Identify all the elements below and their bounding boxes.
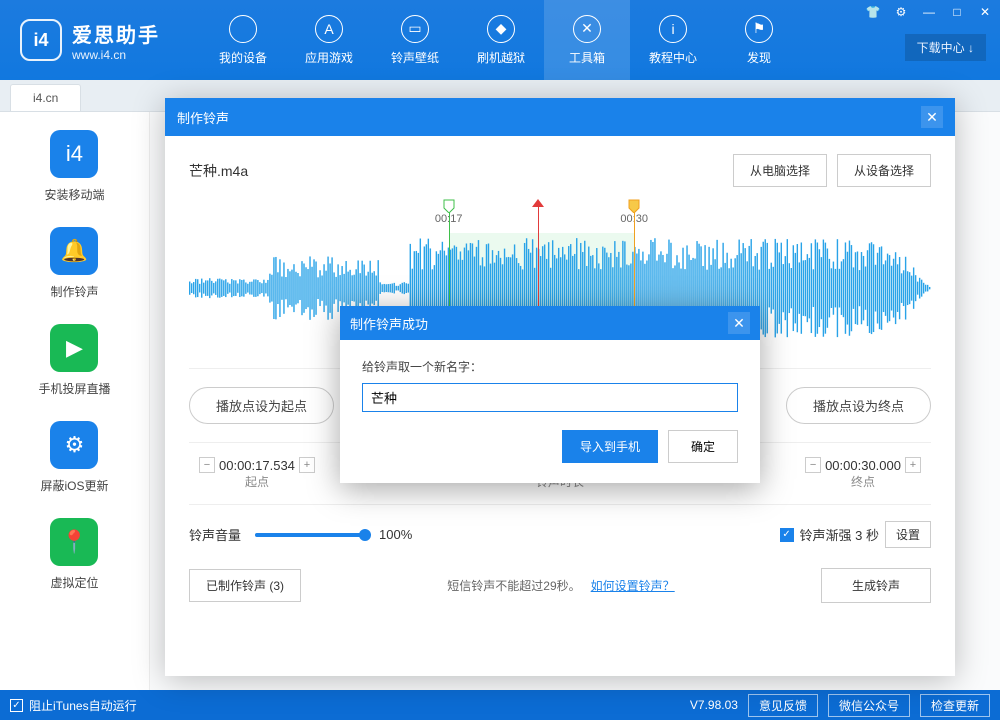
fade-label: 铃声渐强 3 秒 — [800, 525, 879, 544]
nav-ringtone-wallpaper[interactable]: ▭铃声壁纸 — [372, 0, 458, 80]
choose-from-device-button[interactable]: 从设备选择 — [837, 154, 931, 187]
main-nav: 我的设备 A应用游戏 ▭铃声壁纸 ◆刷机越狱 ✕工具箱 i教程中心 ⚑发现 — [200, 0, 802, 80]
check-update-button[interactable]: 检查更新 — [920, 694, 990, 717]
nav-tutorials[interactable]: i教程中心 — [630, 0, 716, 80]
wechat-button[interactable]: 微信公众号 — [828, 694, 910, 717]
volume-slider[interactable] — [255, 533, 365, 537]
page-tab[interactable]: i4.cn — [10, 84, 81, 111]
import-to-phone-button[interactable]: 导入到手机 — [562, 430, 658, 463]
tools-icon: ✕ — [573, 15, 601, 43]
choose-from-pc-button[interactable]: 从电脑选择 — [733, 154, 827, 187]
start-caption: 起点 — [199, 473, 315, 490]
gear-icon: ⚙ — [50, 421, 98, 469]
info-icon: i — [659, 15, 687, 43]
set-play-end-button[interactable]: 播放点设为终点 — [786, 387, 931, 424]
minimize-icon[interactable]: — — [920, 4, 938, 20]
fade-checkbox[interactable]: ✓ — [780, 528, 794, 542]
end-minus-button[interactable]: − — [805, 457, 821, 473]
start-time-value: 00:00:17.534 — [219, 458, 295, 473]
location-icon: 📍 — [50, 518, 98, 566]
play-icon: ▶ — [50, 324, 98, 372]
app-logo-icon: i4 — [20, 19, 62, 61]
end-plus-button[interactable]: + — [905, 457, 921, 473]
itunes-block-label: 阻止iTunes自动运行 — [29, 697, 137, 714]
volume-label: 铃声音量 — [189, 525, 241, 544]
end-time-value: 00:00:30.000 — [825, 458, 901, 473]
volume-value: 100% — [379, 527, 412, 542]
download-center-button[interactable]: 下载中心 ↓ — [905, 34, 986, 61]
flag-icon: ⚑ — [745, 15, 773, 43]
sidebar: i4安装移动端 🔔制作铃声 ▶手机投屏直播 ⚙屏蔽iOS更新 📍虚拟定位 — [0, 112, 150, 690]
app-store-icon: A — [315, 15, 343, 43]
ringtone-modal-title: 制作铃声 — [177, 108, 229, 127]
sidebar-item-install[interactable]: i4安装移动端 — [44, 130, 104, 203]
end-caption: 终点 — [805, 473, 921, 490]
hint-text: 短信铃声不能超过29秒。 如何设置铃声？ — [447, 577, 674, 594]
version-label: V7.98.03 — [690, 698, 738, 712]
fade-settings-button[interactable]: 设置 — [885, 521, 931, 548]
status-bar: ✓ 阻止iTunes自动运行 V7.98.03 意见反馈 微信公众号 检查更新 — [0, 690, 1000, 720]
sidebar-item-block-update[interactable]: ⚙屏蔽iOS更新 — [40, 421, 108, 494]
ringtone-close-button[interactable]: ✕ — [921, 106, 943, 128]
nav-toolbox[interactable]: ✕工具箱 — [544, 0, 630, 80]
logo-area: i4 爱思助手 www.i4.cn — [20, 19, 160, 62]
sidebar-item-ringtone[interactable]: 🔔制作铃声 — [50, 227, 98, 300]
nav-apps[interactable]: A应用游戏 — [286, 0, 372, 80]
wallpaper-icon: ▭ — [401, 15, 429, 43]
apple-icon — [229, 15, 257, 43]
audio-filename: 芒种.m4a — [189, 161, 248, 181]
sidebar-item-screencast[interactable]: ▶手机投屏直播 — [38, 324, 110, 397]
window-controls: 👕 ⚙ — □ ✕ — [864, 4, 994, 20]
set-play-start-button[interactable]: 播放点设为起点 — [189, 387, 334, 424]
sidebar-item-fake-location[interactable]: 📍虚拟定位 — [50, 518, 98, 591]
rename-label: 给铃声取一个新名字： — [362, 358, 738, 375]
app-header: i4 爱思助手 www.i4.cn 我的设备 A应用游戏 ▭铃声壁纸 ◆刷机越狱… — [0, 0, 1000, 80]
close-icon[interactable]: ✕ — [976, 4, 994, 20]
app-url: www.i4.cn — [72, 48, 160, 62]
generate-ringtone-button[interactable]: 生成铃声 — [821, 568, 931, 603]
feedback-button[interactable]: 意见反馈 — [748, 694, 818, 717]
success-dialog-title: 制作铃声成功 — [350, 314, 428, 333]
maximize-icon[interactable]: □ — [948, 4, 966, 20]
how-to-link[interactable]: 如何设置铃声？ — [591, 579, 675, 593]
nav-my-device[interactable]: 我的设备 — [200, 0, 286, 80]
install-icon: i4 — [50, 130, 98, 178]
start-minus-button[interactable]: − — [199, 457, 215, 473]
success-close-button[interactable]: ✕ — [728, 312, 750, 334]
success-dialog: 制作铃声成功 ✕ 给铃声取一个新名字： 导入到手机 确定 — [340, 306, 760, 483]
settings-icon[interactable]: ⚙ — [892, 4, 910, 20]
nav-jailbreak[interactable]: ◆刷机越狱 — [458, 0, 544, 80]
shirt-icon[interactable]: 👕 — [864, 4, 882, 20]
bell-icon: 🔔 — [50, 227, 98, 275]
ok-button[interactable]: 确定 — [668, 430, 738, 463]
ringtone-name-input[interactable] — [362, 383, 738, 412]
app-title: 爱思助手 — [72, 19, 160, 48]
nav-discover[interactable]: ⚑发现 — [716, 0, 802, 80]
ringtone-modal-header: 制作铃声 ✕ — [165, 98, 955, 136]
itunes-checkbox[interactable]: ✓ — [10, 699, 23, 712]
made-ringtones-button[interactable]: 已制作铃声 (3) — [189, 569, 301, 602]
start-plus-button[interactable]: + — [299, 457, 315, 473]
box-icon: ◆ — [487, 15, 515, 43]
